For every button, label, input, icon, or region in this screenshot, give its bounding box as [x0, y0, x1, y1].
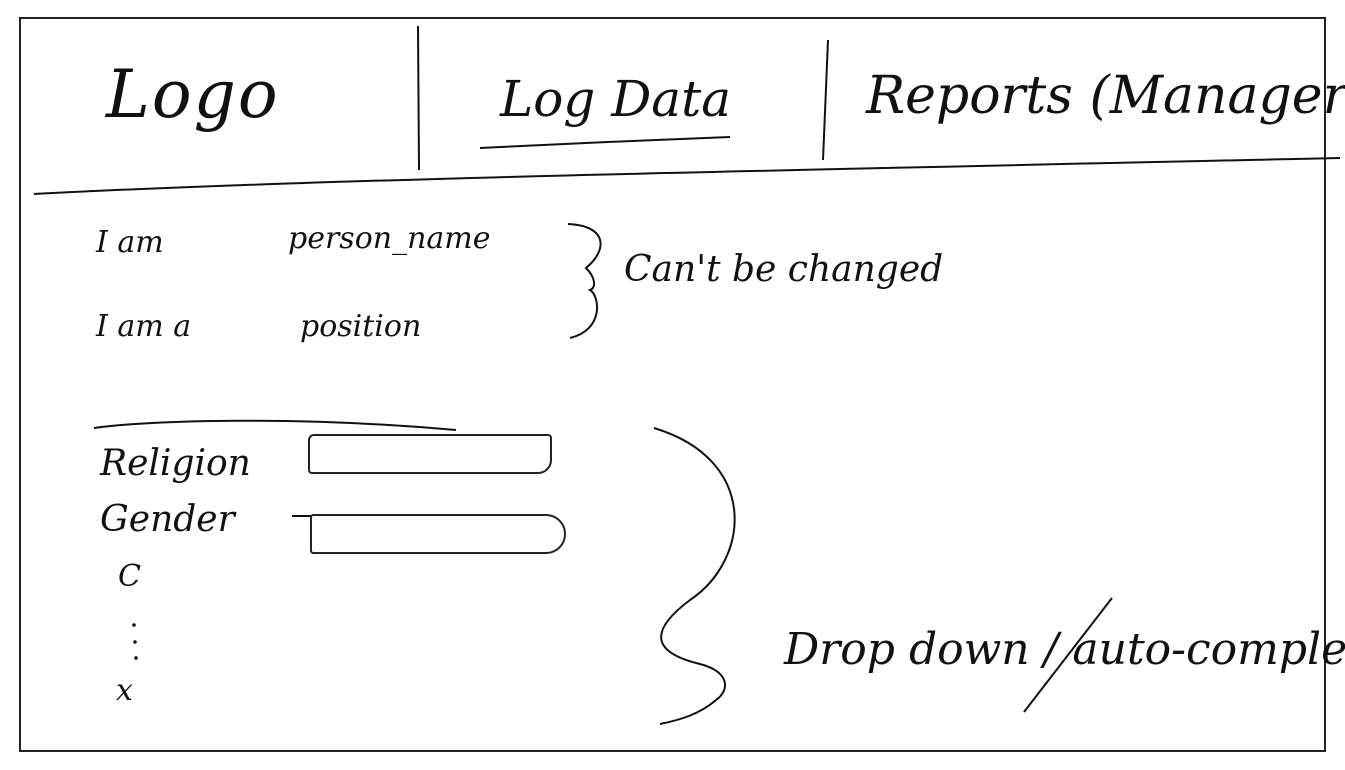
position-label: I am a: [96, 309, 192, 344]
nav-item-reports-manager[interactable]: Reports (Manager): [866, 70, 1345, 122]
ellipsis-dot-2: [133, 640, 137, 644]
ellipsis-dot-1: [132, 623, 136, 627]
field-c-label: C: [118, 559, 141, 594]
nav-item-log-data[interactable]: Log Data: [500, 74, 731, 124]
person-name-value: person_name: [288, 221, 491, 256]
logo: Logo: [106, 56, 280, 133]
name-label: I am: [96, 225, 164, 260]
nav-separator-1: [417, 25, 420, 171]
active-tab-underline: [479, 136, 731, 149]
gender-input[interactable]: [310, 514, 566, 554]
header-divider: [33, 157, 1341, 195]
religion-label: Religion: [100, 443, 251, 484]
profile-brace: [567, 223, 602, 339]
gender-label: Gender: [100, 499, 235, 540]
ellipsis-dot-3: [134, 656, 138, 660]
position-value: position: [300, 309, 422, 344]
religion-input[interactable]: [308, 434, 552, 474]
read-only-note: Can't be changed: [624, 249, 944, 290]
dropdown-note: Drop down / auto-complete: [784, 624, 1345, 675]
form-section-divider: [93, 419, 457, 431]
nav-separator-2: [822, 39, 829, 161]
field-x-label: x: [116, 673, 133, 708]
dropdown-brace: [653, 427, 736, 725]
